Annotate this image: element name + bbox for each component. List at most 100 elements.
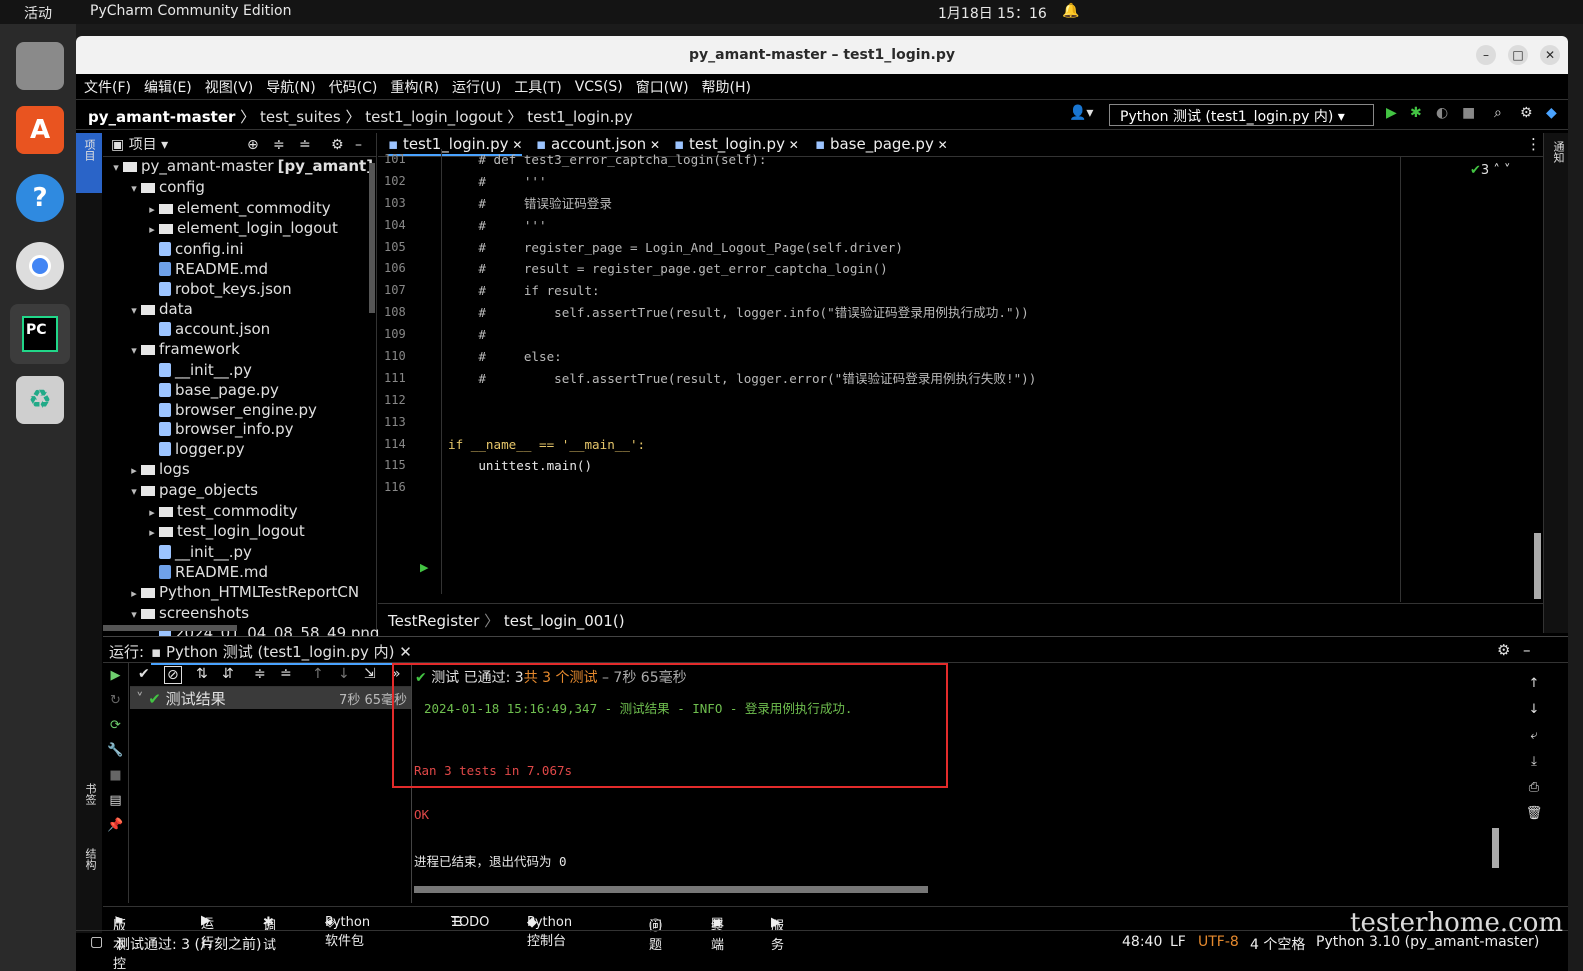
cursor-position[interactable]: 48:40 — [1122, 934, 1162, 950]
menu-item[interactable]: 代码(C) — [329, 77, 378, 97]
breadcrumb-folder[interactable]: test_suites — [260, 108, 341, 126]
tabs-more-icon[interactable]: ⋮ — [1526, 135, 1541, 153]
activities-button[interactable]: 活动 — [24, 3, 52, 23]
print-icon[interactable]: ⎙ — [1523, 775, 1545, 801]
soft-wrap-icon[interactable]: ⤶ — [1523, 723, 1545, 749]
bookmarks-tool-button[interactable]: 书签 — [82, 783, 98, 805]
trash-icon[interactable]: ♻ — [16, 376, 64, 424]
menu-item[interactable]: 视图(V) — [205, 77, 254, 97]
chevron-down-icon[interactable]: ▾ — [127, 605, 141, 625]
chevron-right-icon[interactable]: ▸ — [145, 523, 159, 543]
scroll-end-icon[interactable]: ⤓ — [1523, 749, 1545, 775]
options-icon[interactable]: ⚙ — [331, 133, 344, 157]
status-message[interactable]: 测试通过: 3 (片刻之前) — [116, 934, 261, 954]
maximize-icon[interactable]: □ — [1508, 45, 1528, 65]
breadcrumb-subfolder[interactable]: test1_login_logout — [365, 108, 502, 126]
chevron-down-icon[interactable]: ▾ — [109, 158, 123, 178]
pin-icon[interactable]: 📌 — [103, 813, 128, 838]
chevron-down-icon[interactable]: ▾ — [127, 341, 141, 361]
tree-item[interactable]: account.json — [103, 320, 376, 340]
user-icon[interactable]: 👤▾ — [1069, 105, 1093, 121]
tree-item[interactable]: ▾ screenshots — [103, 604, 376, 625]
next-failed-icon[interactable]: ↓ — [338, 666, 350, 682]
tree-item[interactable]: ▾ py_amant-master [py_amant] — [103, 157, 376, 178]
breadcrumb-file[interactable]: test1_login.py — [527, 108, 633, 126]
run-icon[interactable]: ▶ — [1386, 105, 1397, 121]
tree-item[interactable]: config.ini — [103, 240, 376, 260]
close-icon[interactable]: ✕ — [1540, 45, 1560, 65]
layout-icon[interactable]: ▤ — [103, 788, 128, 813]
tree-hscrollbar[interactable] — [103, 625, 237, 631]
tree-item[interactable]: ▸ element_commodity — [103, 199, 376, 220]
clear-icon[interactable]: 🗑 — [1523, 801, 1545, 827]
tree-item[interactable]: ▾ framework — [103, 340, 376, 361]
console-hscrollbar[interactable] — [414, 886, 928, 893]
toggle-autotest-icon[interactable]: ⟳ — [103, 713, 128, 738]
search-icon[interactable]: ⌕ — [1494, 105, 1502, 121]
chevron-down-icon[interactable]: ▾ — [127, 482, 141, 502]
software-center-icon[interactable]: A — [16, 106, 64, 154]
collapse-all-icon[interactable]: ≐ — [299, 133, 311, 157]
chevron-right-icon[interactable]: ▸ — [127, 461, 141, 481]
notifications-tool-button[interactable]: 通知 — [1544, 133, 1568, 171]
tree-item[interactable]: ▸ Python_HTMLTestReportCN — [103, 583, 376, 604]
scroll-up-icon[interactable]: ↑ — [1523, 671, 1545, 697]
tree-item[interactable]: browser_engine.py — [103, 401, 376, 421]
menu-item[interactable]: 重构(R) — [390, 77, 439, 97]
indent-setting[interactable]: 4 个空格 — [1250, 934, 1305, 954]
tree-item[interactable]: ▾ data — [103, 300, 376, 321]
run-stop-icon[interactable]: ■ — [103, 763, 128, 788]
menu-item[interactable]: 窗口(W) — [636, 77, 689, 97]
tree-item[interactable]: ▸ element_login_logout — [103, 219, 376, 240]
tree-item[interactable]: ▾ config — [103, 178, 376, 199]
chevron-right-icon[interactable]: ▸ — [145, 200, 159, 220]
run-settings-icon[interactable]: ⚙ — [1497, 641, 1510, 659]
expand-all-icon[interactable]: ≑ — [273, 133, 285, 157]
pycharm-icon[interactable]: PC — [10, 304, 70, 364]
tree-item[interactable]: ▸ test_commodity — [103, 502, 376, 523]
expand-tests-icon[interactable]: ≑ — [254, 666, 266, 682]
chrome-icon[interactable] — [16, 242, 64, 290]
editor-scrollbar[interactable] — [1534, 533, 1541, 599]
stop-icon[interactable]: ■ — [1462, 105, 1475, 121]
coverage-icon[interactable]: ◐ — [1436, 105, 1448, 121]
app-menu-label[interactable]: PyCharm Community Edition — [90, 3, 291, 19]
show-passed-icon[interactable]: ✔ — [138, 666, 150, 682]
debug-icon[interactable]: ✱ — [1410, 105, 1422, 121]
tree-item[interactable]: base_page.py — [103, 381, 376, 401]
tree-item[interactable]: ▸ logs — [103, 460, 376, 481]
run-gutter-icon[interactable]: ▶ — [420, 561, 428, 574]
structure-tool-button[interactable]: 结构 — [82, 848, 98, 870]
chevron-right-icon[interactable]: ▸ — [127, 584, 141, 604]
tree-item[interactable]: __init__.py — [103, 361, 376, 381]
breadcrumb-project[interactable]: py_amant-master — [88, 108, 235, 126]
sort-duration-icon[interactable]: ⇵ — [222, 666, 234, 682]
hide-icon[interactable]: – — [355, 133, 362, 157]
menu-item[interactable]: 工具(T) — [514, 77, 561, 97]
chevron-right-icon[interactable]: ▸ — [145, 220, 159, 240]
scroll-down-icon[interactable]: ↓ — [1523, 697, 1545, 723]
run-hide-icon[interactable]: – — [1523, 641, 1531, 659]
tree-item[interactable]: ▸ test_login_logout — [103, 522, 376, 543]
collapse-tests-icon[interactable]: ≐ — [280, 666, 292, 682]
tree-item[interactable]: robot_keys.json — [103, 280, 376, 300]
gear-icon[interactable]: ⚙ — [1520, 105, 1533, 121]
jetbrains-icon[interactable]: ◆ — [1546, 105, 1557, 121]
tree-scrollbar[interactable] — [369, 163, 375, 313]
tree-item[interactable]: __init__.py — [103, 543, 376, 563]
menu-item[interactable]: 导航(N) — [266, 77, 315, 97]
run-tab[interactable]: ▪ Python 测试 (test1_login.py 内) ✕ — [151, 641, 412, 665]
import-tests-icon[interactable]: ⇲ — [364, 666, 376, 682]
inspection-widget[interactable]: ✔3 ˄ ˅ — [1470, 163, 1510, 178]
chevron-down-icon[interactable]: ▾ — [127, 179, 141, 199]
run-config-select[interactable]: Python 测试 (test1_login.py 内) ▾ — [1109, 104, 1374, 126]
line-separator[interactable]: LF — [1170, 934, 1186, 950]
project-tool-button[interactable]: 项目 — [76, 133, 102, 193]
menu-item[interactable]: 运行(U) — [452, 77, 501, 97]
tree-item[interactable]: logger.py — [103, 440, 376, 460]
code-area[interactable]: # def test3_error_captcha_login(self): #… — [448, 149, 1036, 499]
minimize-icon[interactable]: – — [1476, 45, 1496, 65]
files-icon[interactable] — [16, 42, 64, 90]
menu-item[interactable]: 帮助(H) — [702, 77, 751, 97]
file-encoding[interactable]: UTF-8 — [1198, 934, 1239, 950]
